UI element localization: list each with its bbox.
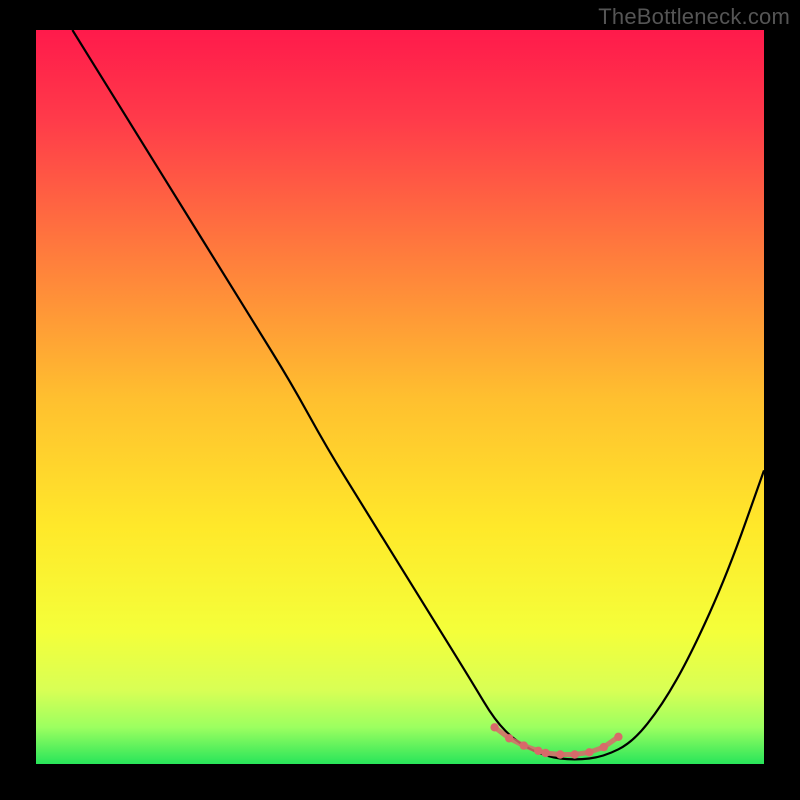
marker-dot — [614, 733, 622, 741]
gradient-background — [36, 30, 764, 764]
marker-dot — [556, 750, 564, 758]
chart-canvas — [36, 30, 764, 764]
marker-dot — [490, 723, 498, 731]
marker-dot — [571, 750, 579, 758]
marker-dot — [505, 734, 513, 742]
marker-dot — [520, 741, 528, 749]
marker-dot — [534, 747, 542, 755]
marker-dot — [541, 749, 549, 757]
marker-dot — [600, 743, 608, 751]
marker-dot — [585, 748, 593, 756]
chart-frame — [36, 30, 764, 764]
watermark-text: TheBottleneck.com — [598, 4, 790, 30]
